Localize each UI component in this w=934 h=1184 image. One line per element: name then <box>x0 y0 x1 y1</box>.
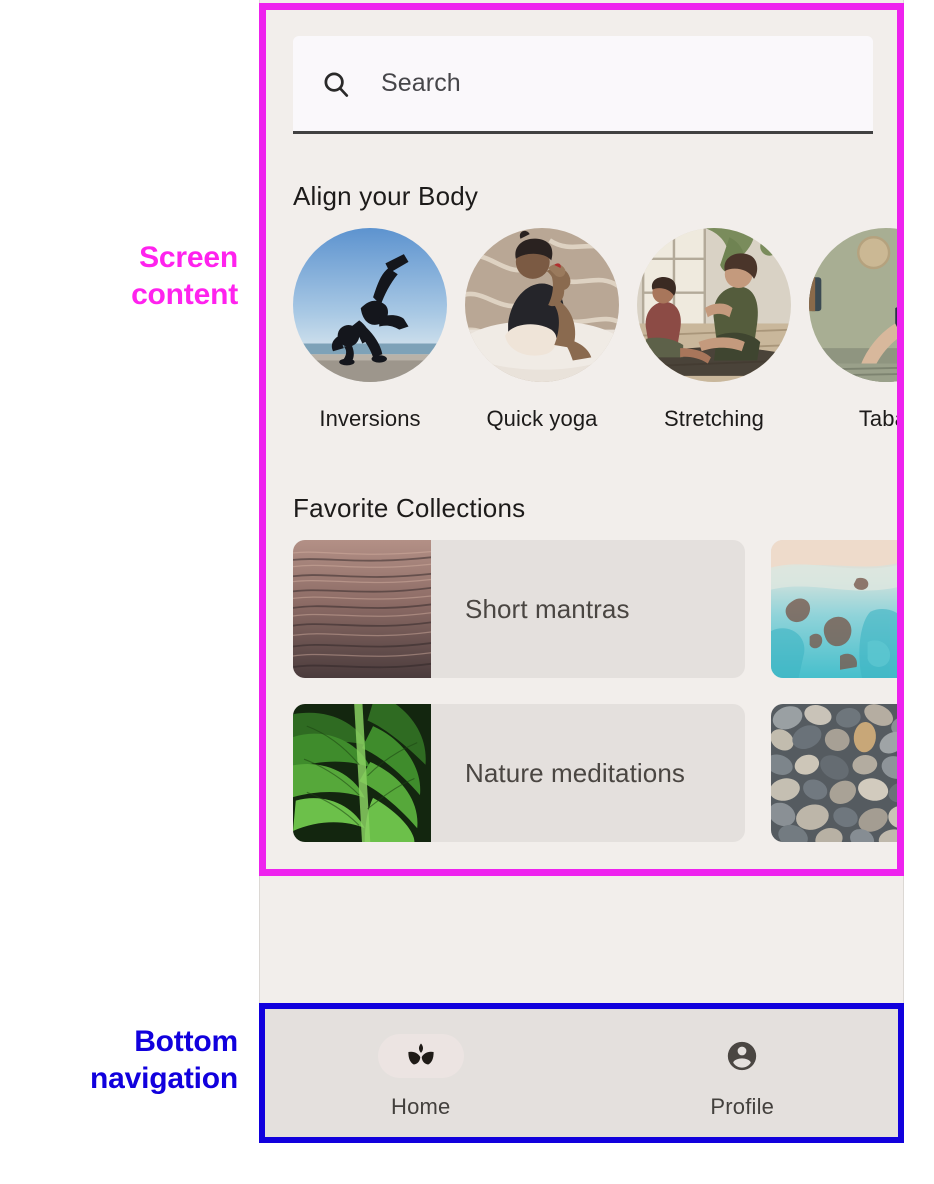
favorite-collections-grid[interactable]: Short mantras Nature meditations <box>293 540 903 850</box>
category-label-quick-yoga: Quick yoga <box>486 406 598 431</box>
phone-frame: Search Align your Body Inversions Quick … <box>259 0 904 1143</box>
category-item-quick-yoga[interactable]: Quick yoga <box>465 228 619 443</box>
nav-home-icon-pill <box>377 1034 464 1078</box>
annotation-bottom-navigation-line1: Bottom <box>134 1025 238 1058</box>
annotation-screen-content-line1: Screen <box>139 241 238 274</box>
spa-flower-icon <box>404 1039 438 1073</box>
align-your-body-row[interactable]: Inversions Quick yoga Stretching Taba <box>293 228 903 443</box>
category-image-tabata <box>809 228 903 382</box>
collection-card-nature-meditations[interactable]: Nature meditations <box>293 704 745 842</box>
category-image-inversions <box>293 228 447 382</box>
nav-label-home: Home <box>391 1094 451 1119</box>
collection-image-nature-meditations <box>293 704 431 842</box>
annotation-screen-content-line2: content <box>131 277 238 311</box>
annotation-bottom-navigation: Bottom navigation <box>0 1024 238 1097</box>
nav-item-profile[interactable]: Profile <box>582 1034 904 1120</box>
collection-card-second-top[interactable] <box>771 540 903 678</box>
nav-item-home[interactable]: Home <box>260 1034 582 1120</box>
category-image-quick-yoga <box>465 228 619 382</box>
collection-card-second-bottom[interactable] <box>771 704 903 842</box>
collection-label-nature-meditations: Nature meditations <box>465 757 686 788</box>
screen-content: Search Align your Body Inversions Quick … <box>260 0 903 1003</box>
annotation-bottom-navigation-line2: navigation <box>89 1061 238 1095</box>
category-item-stretching[interactable]: Stretching <box>637 228 791 443</box>
category-label-stretching: Stretching <box>663 406 765 431</box>
section-title-favorite-collections: Favorite Collections <box>293 493 526 523</box>
category-image-stretching <box>637 228 791 382</box>
account-circle-icon <box>725 1039 759 1073</box>
collection-image-short-mantras <box>293 540 431 678</box>
collection-image-turquoise-shoreline <box>771 540 903 678</box>
search-placeholder: Search <box>381 69 461 97</box>
category-label-inversions: Inversions <box>319 406 421 431</box>
search-icon <box>321 69 351 99</box>
category-item-tabata[interactable]: Tabat <box>809 228 903 443</box>
nav-label-profile: Profile <box>710 1094 775 1119</box>
nav-profile-icon-wrap <box>699 1034 785 1078</box>
category-label-tabata: Tabat <box>858 406 903 431</box>
search-input[interactable]: Search <box>293 36 873 134</box>
annotation-screen-content: Screen content <box>0 240 238 313</box>
section-title-align-your-body: Align your Body <box>293 181 479 211</box>
bottom-navigation-bar: Home Profile <box>260 1003 903 1143</box>
collection-image-pebbles <box>771 704 903 842</box>
collection-label-short-mantras: Short mantras <box>465 593 630 624</box>
category-item-inversions[interactable]: Inversions <box>293 228 447 443</box>
collection-card-short-mantras[interactable]: Short mantras <box>293 540 745 678</box>
